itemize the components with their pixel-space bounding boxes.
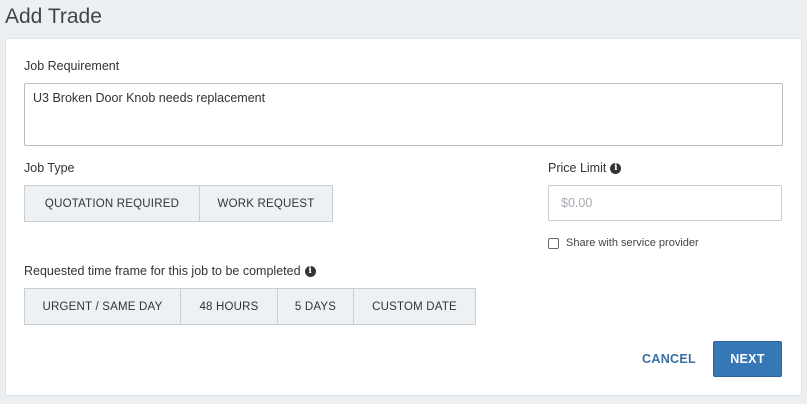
time-frame-custom-date-button[interactable]: CUSTOM DATE (354, 289, 475, 324)
add-trade-form: Job Requirement Job Type QUOTATION REQUI… (5, 38, 802, 396)
share-with-provider-row: Share with service provider (548, 237, 699, 249)
job-type-selector: QUOTATION REQUIRED WORK REQUEST (24, 185, 333, 222)
price-limit-label: Price Limit i (548, 161, 622, 175)
share-with-provider-checkbox[interactable] (548, 237, 559, 249)
job-requirement-input[interactable] (24, 83, 783, 146)
price-limit-input[interactable] (548, 185, 782, 221)
job-requirement-label: Job Requirement (24, 59, 120, 73)
job-type-label: Job Type (24, 161, 75, 175)
info-circle-icon[interactable]: i (304, 265, 316, 277)
share-with-provider-label[interactable]: Share with service provider (566, 237, 699, 249)
time-frame-label: Requested time frame for this job to be … (24, 264, 316, 278)
info-circle-icon[interactable]: i (610, 162, 622, 174)
job-type-quotation-required-button[interactable]: QUOTATION REQUIRED (25, 186, 200, 221)
time-frame-5-days-button[interactable]: 5 DAYS (278, 289, 354, 324)
time-frame-48-hours-button[interactable]: 48 HOURS (181, 289, 278, 324)
time-frame-urgent-button[interactable]: URGENT / SAME DAY (25, 289, 181, 324)
page-title: Add Trade (5, 5, 102, 28)
cancel-button[interactable]: CANCEL (634, 341, 704, 377)
job-type-work-request-button[interactable]: WORK REQUEST (200, 186, 332, 221)
next-button[interactable]: NEXT (713, 341, 782, 377)
time-frame-selector: URGENT / SAME DAY 48 HOURS 5 DAYS CUSTOM… (24, 288, 476, 325)
